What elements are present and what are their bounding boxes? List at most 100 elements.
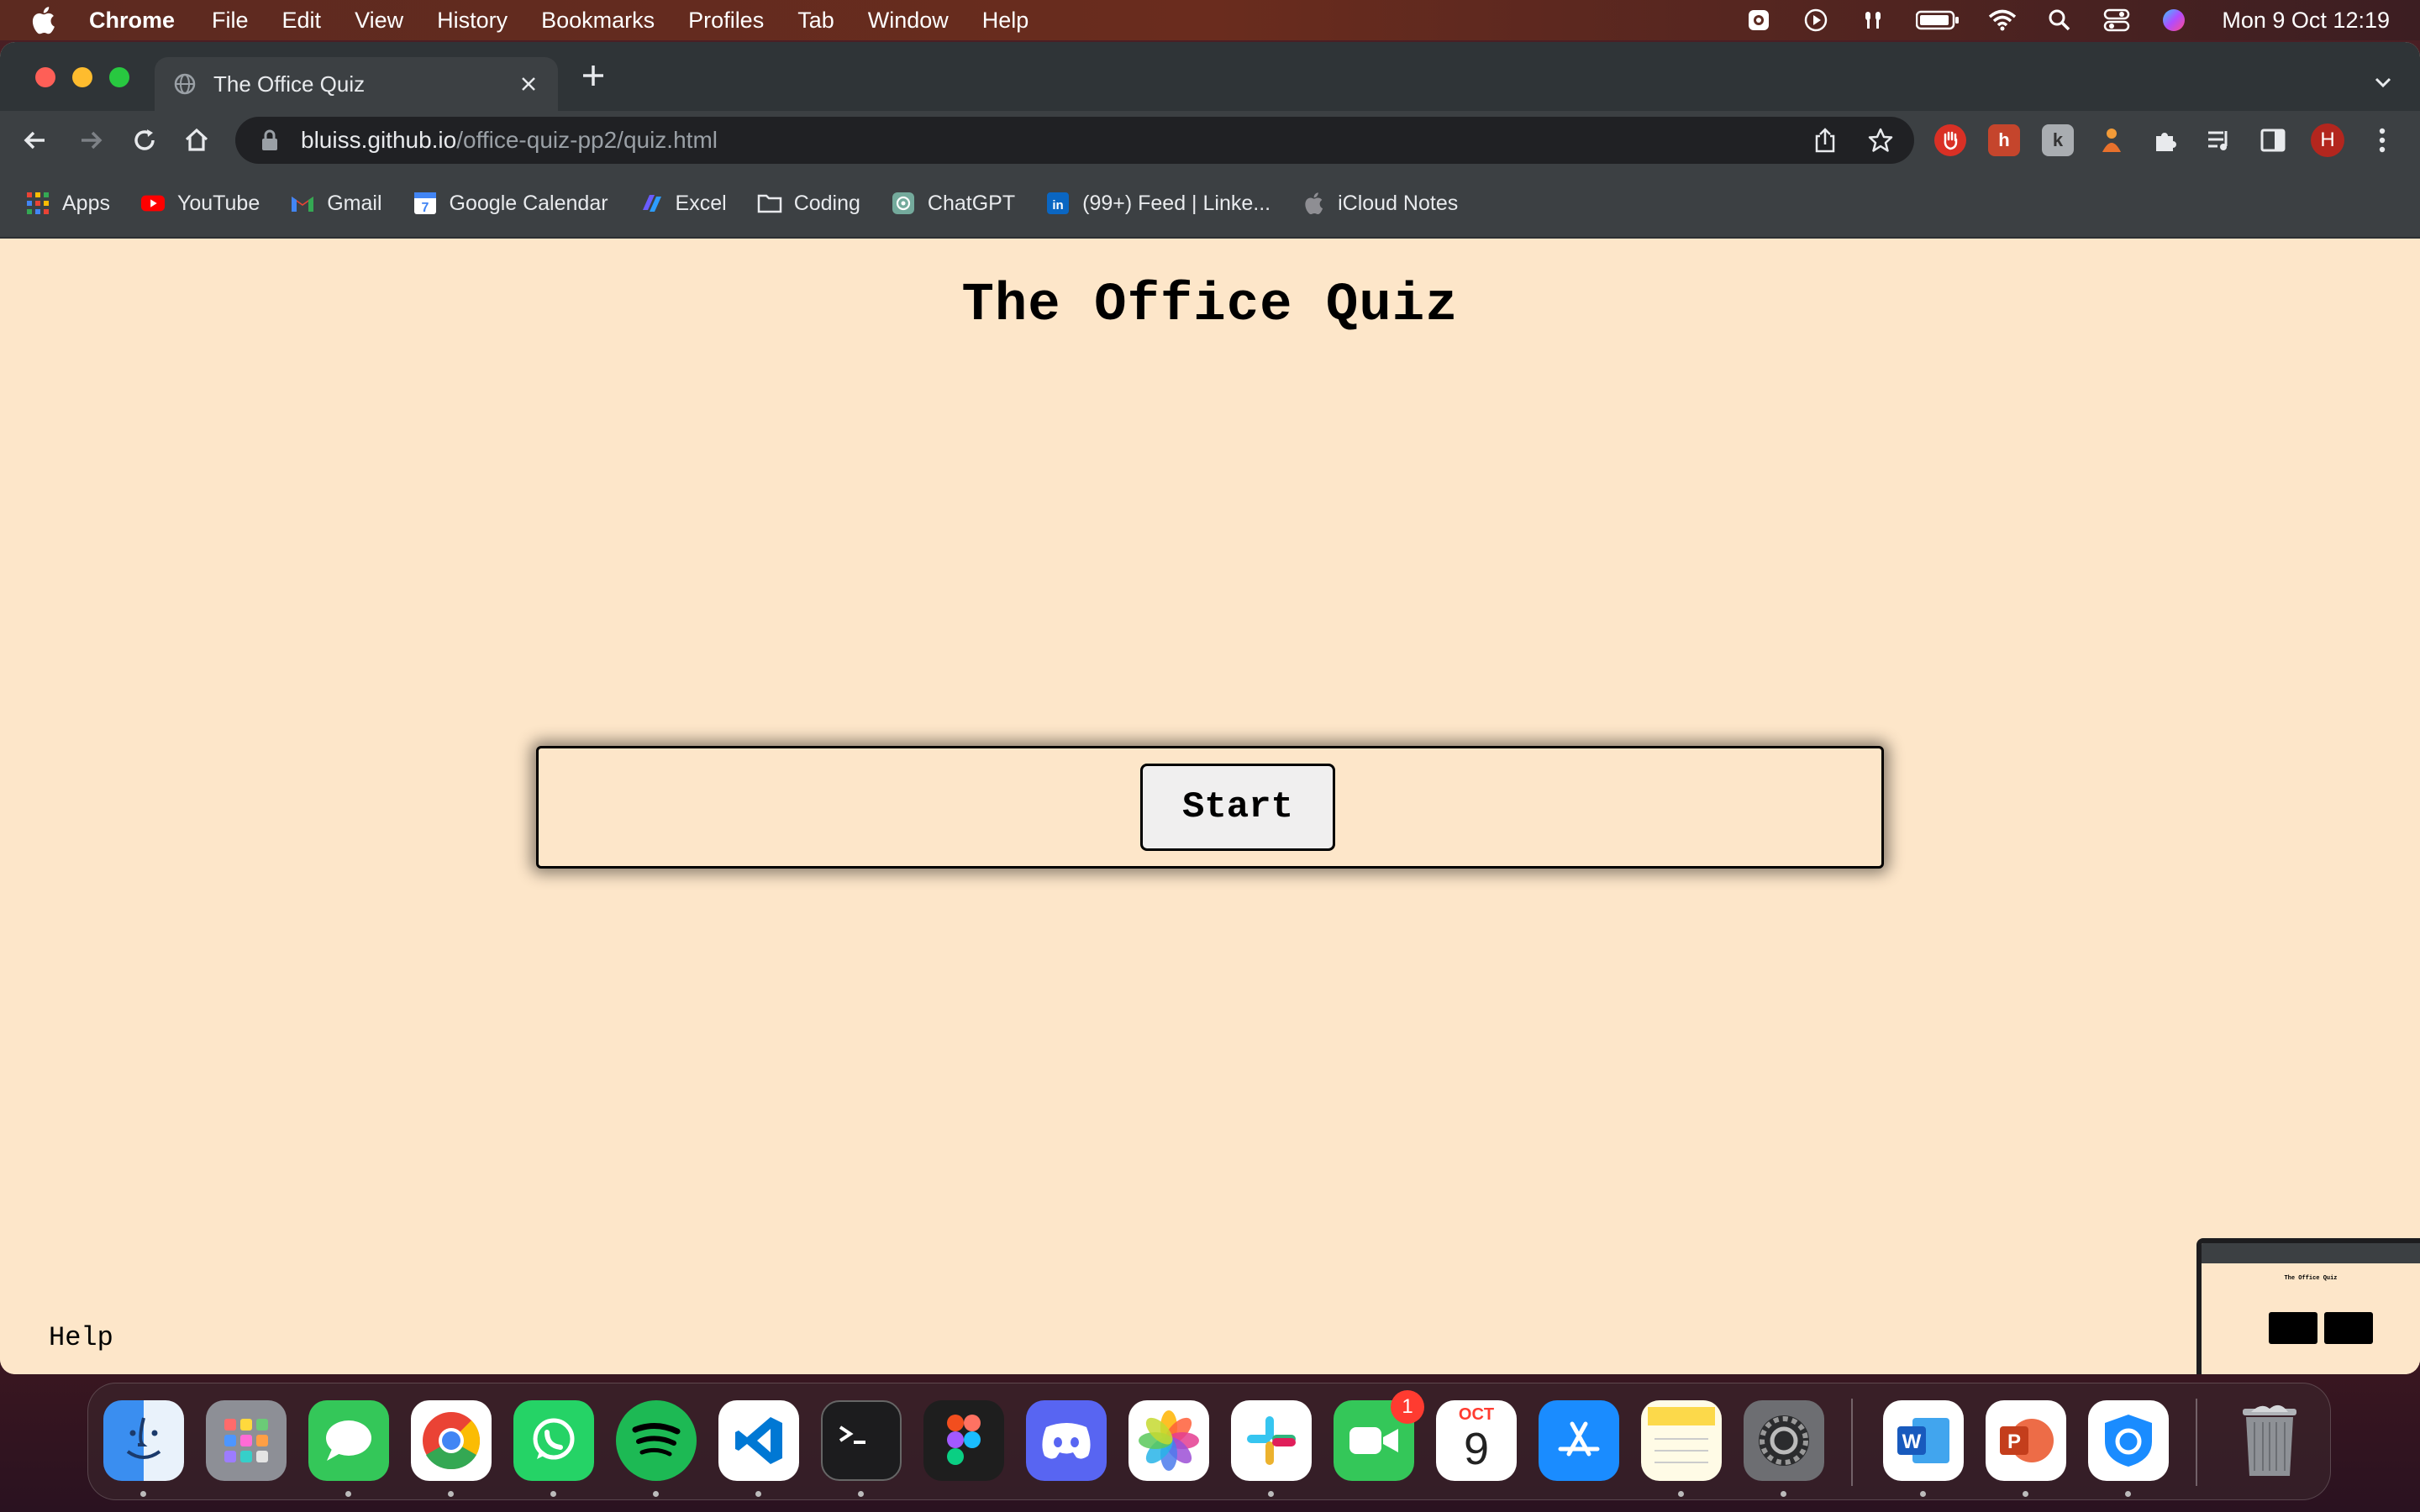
side-panel-icon[interactable] <box>2257 124 2289 156</box>
media-queue-icon[interactable] <box>2203 124 2235 156</box>
minimize-window-button[interactable] <box>72 67 92 87</box>
bookmark-linkedin[interactable]: in (99+) Feed | Linke... <box>1045 191 1270 216</box>
start-button[interactable]: Start <box>1140 764 1335 851</box>
proxyman-icon[interactable] <box>2088 1400 2169 1481</box>
whatsapp-icon[interactable] <box>513 1400 594 1481</box>
bookmark-excel[interactable]: Excel <box>639 191 727 216</box>
running-indicator <box>550 1491 556 1497</box>
vscode-icon[interactable] <box>718 1400 799 1481</box>
menu-bookmarks[interactable]: Bookmarks <box>541 8 655 34</box>
menu-edit[interactable]: Edit <box>282 8 322 34</box>
apple-icon[interactable] <box>30 6 64 34</box>
running-indicator <box>1678 1491 1684 1497</box>
word-icon[interactable]: W <box>1883 1400 1964 1481</box>
menu-help[interactable]: Help <box>982 8 1029 34</box>
extensions-row: h k H <box>1934 123 2398 157</box>
close-icon[interactable] <box>518 73 539 95</box>
gmail-icon <box>290 191 315 216</box>
forward-arrow-icon[interactable] <box>76 125 106 155</box>
tab-title: The Office Quiz <box>213 71 366 97</box>
menu-app-chrome[interactable]: Chrome <box>89 8 175 34</box>
bookmark-gmail[interactable]: Gmail <box>290 191 382 216</box>
slack-icon[interactable] <box>1231 1400 1312 1481</box>
photos-icon[interactable] <box>1128 1400 1209 1481</box>
bookmark-label: iCloud Notes <box>1338 191 1459 215</box>
dock: 1 OCT 9 W P <box>87 1383 2331 1500</box>
terminal-icon[interactable] <box>821 1400 902 1481</box>
wifi-icon[interactable] <box>1988 6 2017 34</box>
running-indicator <box>858 1491 864 1497</box>
running-indicator <box>2023 1491 2028 1497</box>
extension-h-icon[interactable]: h <box>1988 124 2020 156</box>
tab-the-office-quiz[interactable]: The Office Quiz <box>155 57 558 111</box>
play-icon[interactable] <box>1802 6 1830 34</box>
chevron-down-icon[interactable] <box>2371 71 2395 94</box>
bookmark-label: ChatGPT <box>927 191 1016 215</box>
close-window-button[interactable] <box>35 67 55 87</box>
adblock-hand-icon[interactable] <box>1934 124 1966 156</box>
messages-icon[interactable] <box>308 1400 389 1481</box>
bookmark-youtube[interactable]: YouTube <box>140 191 260 216</box>
help-link[interactable]: Help <box>49 1322 113 1353</box>
thumbnail-button-right <box>2324 1312 2373 1344</box>
notes-icon[interactable] <box>1641 1400 1722 1481</box>
menu-file[interactable]: File <box>212 8 249 34</box>
dock-separator <box>1851 1399 1853 1486</box>
bookmark-icloud-notes[interactable]: iCloud Notes <box>1301 191 1458 216</box>
svg-text:P: P <box>2007 1431 2021 1453</box>
svg-text:in: in <box>1052 198 1063 213</box>
share-icon[interactable] <box>1810 125 1840 155</box>
menu-window[interactable]: Window <box>868 8 949 34</box>
system-settings-icon[interactable] <box>1744 1400 1824 1481</box>
figma-icon[interactable] <box>923 1400 1004 1481</box>
puzzle-icon[interactable] <box>2149 124 2181 156</box>
search-icon[interactable] <box>2045 6 2074 34</box>
screenshot-thumbnail[interactable]: The Office Quiz <box>2196 1238 2420 1374</box>
new-tab-plus-icon[interactable] <box>576 59 610 92</box>
apps-grid-icon <box>25 191 50 216</box>
powerpoint-icon[interactable]: P <box>1986 1400 2066 1481</box>
svg-text:7: 7 <box>421 201 429 215</box>
spotify-icon[interactable] <box>616 1400 697 1481</box>
browser-toolbar: bluiss.github.io/office-quiz-pp2/quiz.ht… <box>0 111 2420 170</box>
bookmark-google-calendar[interactable]: 7 Google Calendar <box>413 191 608 216</box>
address-bar[interactable]: bluiss.github.io/office-quiz-pp2/quiz.ht… <box>235 117 1914 164</box>
back-arrow-icon[interactable] <box>20 125 50 155</box>
linkedin-icon: in <box>1045 191 1071 216</box>
menu-clock[interactable]: Mon 9 Oct 12:19 <box>2222 8 2390 34</box>
discord-icon[interactable] <box>1026 1400 1107 1481</box>
airpods-icon[interactable] <box>1859 6 1887 34</box>
calendar-icon[interactable]: OCT 9 <box>1436 1400 1517 1481</box>
control-center-icon[interactable] <box>2102 6 2131 34</box>
google-calendar-icon: 7 <box>413 191 438 216</box>
shield-icon[interactable] <box>1744 6 1773 34</box>
reload-icon[interactable] <box>129 125 160 155</box>
menu-view[interactable]: View <box>355 8 403 34</box>
zoom-window-button[interactable] <box>109 67 129 87</box>
home-icon[interactable] <box>182 125 212 155</box>
running-indicator <box>2125 1491 2131 1497</box>
calendar-month: OCT <box>1458 1405 1495 1424</box>
facetime-icon[interactable]: 1 <box>1334 1390 1424 1481</box>
more-vertical-icon[interactable] <box>2366 124 2398 156</box>
extension-k-icon[interactable]: k <box>2042 124 2074 156</box>
menu-history[interactable]: History <box>437 8 508 34</box>
menu-tab[interactable]: Tab <box>797 8 834 34</box>
chatgpt-icon <box>891 191 916 216</box>
battery-icon[interactable] <box>1916 6 1960 34</box>
menu-profiles[interactable]: Profiles <box>688 8 764 34</box>
chrome-icon[interactable] <box>411 1400 492 1481</box>
profile-avatar[interactable]: H <box>2311 123 2344 157</box>
app-store-icon[interactable] <box>1539 1400 1619 1481</box>
launchpad-icon[interactable] <box>206 1400 287 1481</box>
bookmark-chatgpt[interactable]: ChatGPT <box>891 191 1015 216</box>
bookmark-star-icon[interactable] <box>1865 125 1896 155</box>
bookmark-apps[interactable]: Apps <box>25 191 110 216</box>
trash-icon[interactable] <box>2229 1400 2310 1481</box>
extension-figure-icon[interactable] <box>2096 124 2128 156</box>
lock-icon[interactable] <box>260 129 279 151</box>
bookmark-coding[interactable]: Coding <box>757 191 860 216</box>
finder-icon[interactable] <box>103 1400 184 1481</box>
bookmark-label: Apps <box>62 191 110 215</box>
siri-icon[interactable] <box>2160 6 2188 34</box>
